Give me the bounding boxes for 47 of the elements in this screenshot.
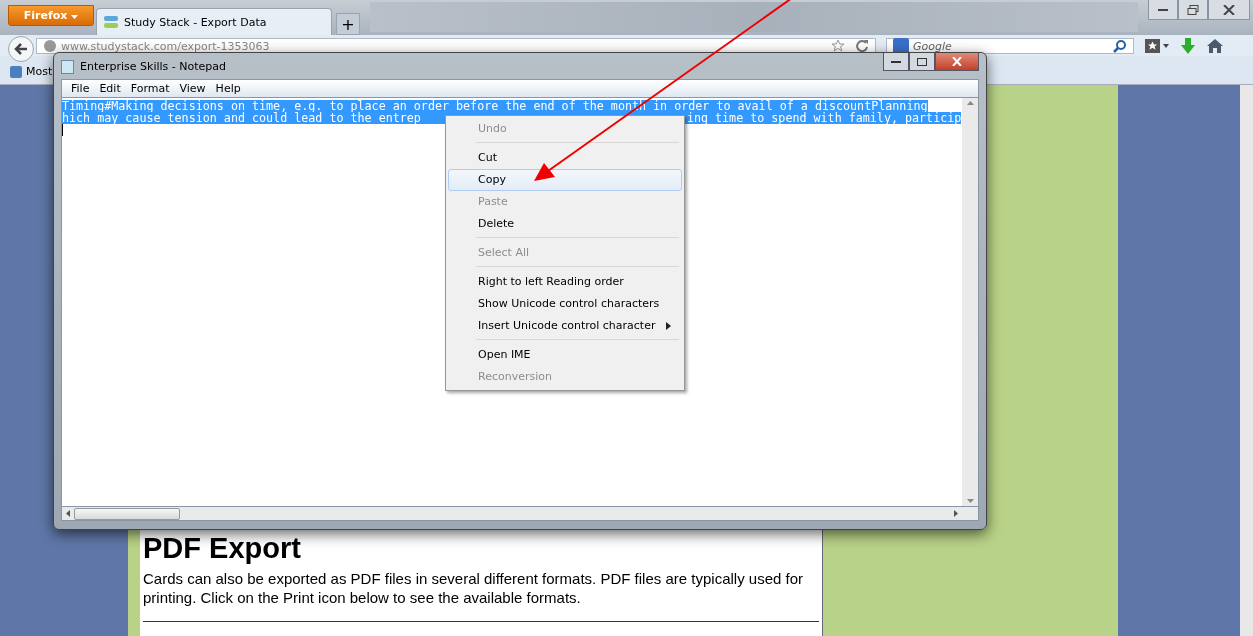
window-title: Enterprise Skills - Notepad	[80, 59, 227, 73]
close-button[interactable]	[935, 53, 979, 71]
cards-icon	[103, 14, 119, 30]
bookmark-icon	[10, 65, 22, 78]
restore-button[interactable]	[1178, 0, 1208, 20]
menu-item[interactable]: Format	[125, 82, 175, 95]
page-scrollbar[interactable]	[1240, 85, 1253, 636]
menu-item[interactable]: File	[66, 82, 95, 95]
close-icon	[1223, 4, 1235, 15]
back-button[interactable]	[8, 36, 34, 62]
new-tab-button[interactable]: +	[336, 13, 360, 35]
context-menu-item[interactable]: Open IME	[448, 344, 682, 366]
page-heading: PDF Export	[143, 533, 302, 563]
close-icon	[952, 57, 962, 66]
submenu-arrow-icon	[666, 322, 671, 330]
context-menu-item[interactable]: Copy	[448, 169, 682, 191]
home-icon[interactable]	[1206, 38, 1224, 54]
menu-item[interactable]: View	[174, 82, 211, 95]
browser-tab[interactable]: Study Stack - Export Data	[96, 8, 332, 35]
restore-icon	[1187, 4, 1199, 15]
search-field[interactable]: Google	[886, 38, 1134, 54]
menu-item[interactable]: Help	[210, 82, 246, 95]
caret-icon	[71, 15, 79, 19]
menu-item[interactable]: Edit	[94, 82, 126, 95]
minimize-icon	[891, 60, 901, 63]
notepad-icon	[61, 58, 74, 74]
scroll-down-icon[interactable]	[966, 499, 974, 503]
scroll-right-icon[interactable]	[954, 510, 958, 517]
maximize-button[interactable]	[909, 53, 935, 71]
context-menu-item[interactable]: Show Unicode control characters	[448, 293, 682, 315]
scroll-up-icon[interactable]	[966, 101, 974, 105]
bookmarks-icon[interactable]	[1144, 38, 1170, 54]
minimize-button[interactable]	[1148, 0, 1178, 20]
scroll-left-icon[interactable]	[66, 510, 70, 517]
close-button[interactable]	[1208, 0, 1250, 20]
context-menu-item[interactable]: Right to left Reading order	[448, 271, 682, 293]
back-arrow-icon	[13, 41, 29, 57]
reload-icon[interactable]	[855, 39, 869, 53]
star-icon[interactable]	[831, 39, 845, 53]
page-paragraph: Cards can also be exported as PDF files in several different formats. PDF files are typically used for printing. Click on the Print icon below to see the available formats.	[143, 569, 804, 607]
search-icon[interactable]	[1113, 39, 1127, 53]
maximize-icon	[917, 57, 927, 66]
vertical-scrollbar[interactable]	[962, 98, 978, 506]
context-menu-item[interactable]: Cut	[448, 147, 682, 169]
minimize-icon	[1158, 8, 1168, 11]
minimize-button[interactable]	[883, 53, 909, 71]
bookmark-item[interactable]: Most	[10, 65, 53, 78]
